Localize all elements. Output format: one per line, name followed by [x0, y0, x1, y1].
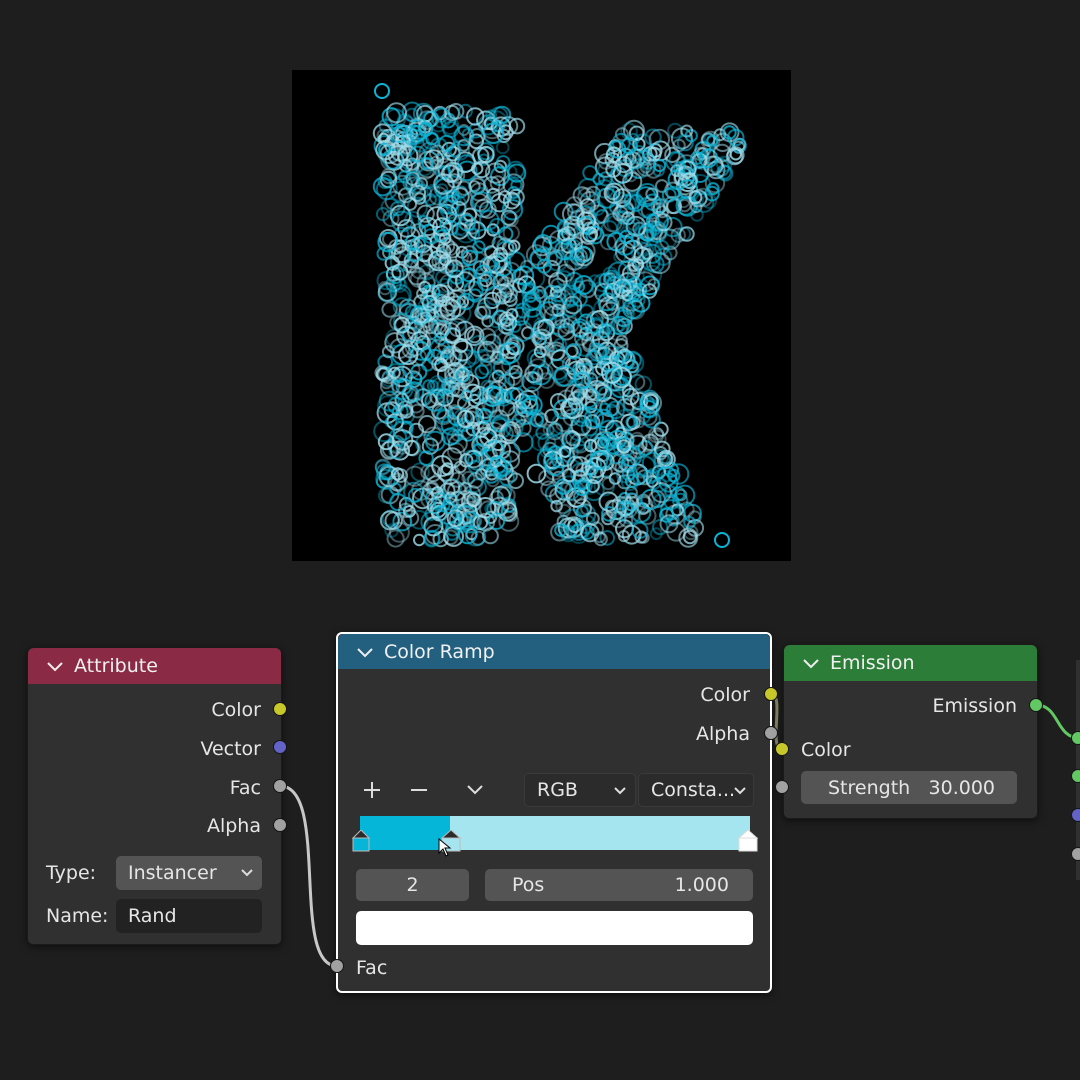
socket-fac-out[interactable] [273, 779, 287, 793]
minus-icon [411, 789, 427, 791]
ramp-menu-button[interactable] [461, 776, 489, 804]
chevron-down-icon[interactable] [800, 652, 822, 674]
emission-header[interactable]: Emission [784, 645, 1037, 681]
chevron-down-icon [734, 787, 746, 795]
socket-offscreen-float-in[interactable] [1071, 847, 1080, 861]
attribute-node[interactable]: Attribute Color Vector Fac Alpha Type: I… [27, 647, 282, 945]
socket-ramp-fac-in[interactable] [330, 959, 344, 973]
link-fac-to-fac [279, 784, 338, 968]
color-mode-dropdown[interactable]: RGB [524, 773, 636, 807]
render-preview [292, 70, 791, 561]
type-dropdown[interactable]: Instancer [116, 856, 262, 890]
output-alpha-label: Alpha [206, 815, 261, 837]
color-ramp-title: Color Ramp [384, 640, 495, 663]
particle-letter-k [372, 83, 747, 548]
stop-index-field[interactable]: 2 [356, 869, 469, 901]
name-label: Name: [46, 905, 109, 927]
stop-color-swatch[interactable] [356, 911, 753, 945]
pos-label: Pos [512, 874, 545, 896]
socket-strength-in[interactable] [775, 780, 789, 794]
name-value: Rand [128, 905, 177, 927]
pos-value: 1.000 [674, 874, 729, 896]
emission-title: Emission [830, 652, 915, 674]
socket-color-out[interactable] [273, 702, 287, 716]
socket-offscreen-shader-in-2[interactable] [1071, 769, 1080, 783]
socket-emission-color-in[interactable] [775, 742, 789, 756]
emission-node[interactable]: Emission Emission Color Strength 30.000 [783, 644, 1038, 819]
strength-field[interactable]: Strength 30.000 [801, 771, 1017, 804]
output-color-label: Color [700, 684, 750, 706]
socket-emission-out[interactable] [1029, 698, 1043, 712]
color-ramp-node[interactable]: Color Ramp Color Alpha RGB Consta... 2 P… [336, 632, 772, 993]
chevron-down-icon[interactable] [44, 655, 66, 677]
output-color-label: Color [211, 699, 261, 721]
attribute-header[interactable]: Attribute [28, 648, 281, 684]
output-vector-label: Vector [200, 738, 261, 760]
socket-ramp-color-out[interactable] [764, 687, 778, 701]
mouse-cursor-icon [438, 838, 452, 857]
interpolation-dropdown[interactable]: Consta... [638, 773, 754, 807]
chevron-down-icon [614, 787, 626, 795]
plus-icon [364, 782, 380, 798]
socket-alpha-out[interactable] [273, 818, 287, 832]
chevron-down-icon [467, 785, 483, 795]
chevron-down-icon [241, 869, 253, 877]
ramp-stop-2-active [737, 830, 759, 852]
position-field[interactable]: Pos 1.000 [485, 869, 753, 901]
remove-stop-button[interactable] [405, 776, 433, 804]
strength-label: Strength [828, 776, 911, 799]
output-emission-label: Emission [932, 695, 1017, 717]
add-stop-button[interactable] [358, 776, 386, 804]
strength-value: 30.000 [928, 776, 995, 799]
output-alpha-label: Alpha [695, 723, 750, 745]
socket-vector-out[interactable] [273, 740, 287, 754]
output-fac-label: Fac [229, 777, 261, 799]
socket-offscreen-vector-in[interactable] [1071, 808, 1080, 822]
input-color-label: Color [801, 739, 851, 761]
link-color-to-color [770, 692, 783, 751]
type-label: Type: [46, 862, 97, 884]
attribute-title: Attribute [74, 655, 158, 677]
ramp-stops[interactable] [350, 830, 760, 856]
socket-offscreen-shader-in-1[interactable] [1071, 731, 1080, 745]
ramp-stop-0 [351, 830, 371, 852]
type-value: Instancer [128, 862, 217, 884]
name-input[interactable]: Rand [116, 899, 262, 933]
stop-index-value: 2 [406, 874, 419, 896]
interpolation-value: Consta... [651, 779, 736, 801]
chevron-down-icon[interactable] [354, 641, 376, 663]
socket-ramp-alpha-out[interactable] [764, 726, 778, 740]
color-mode-value: RGB [537, 779, 578, 801]
color-ramp-header[interactable]: Color Ramp [338, 634, 770, 669]
input-fac-label: Fac [356, 957, 388, 979]
